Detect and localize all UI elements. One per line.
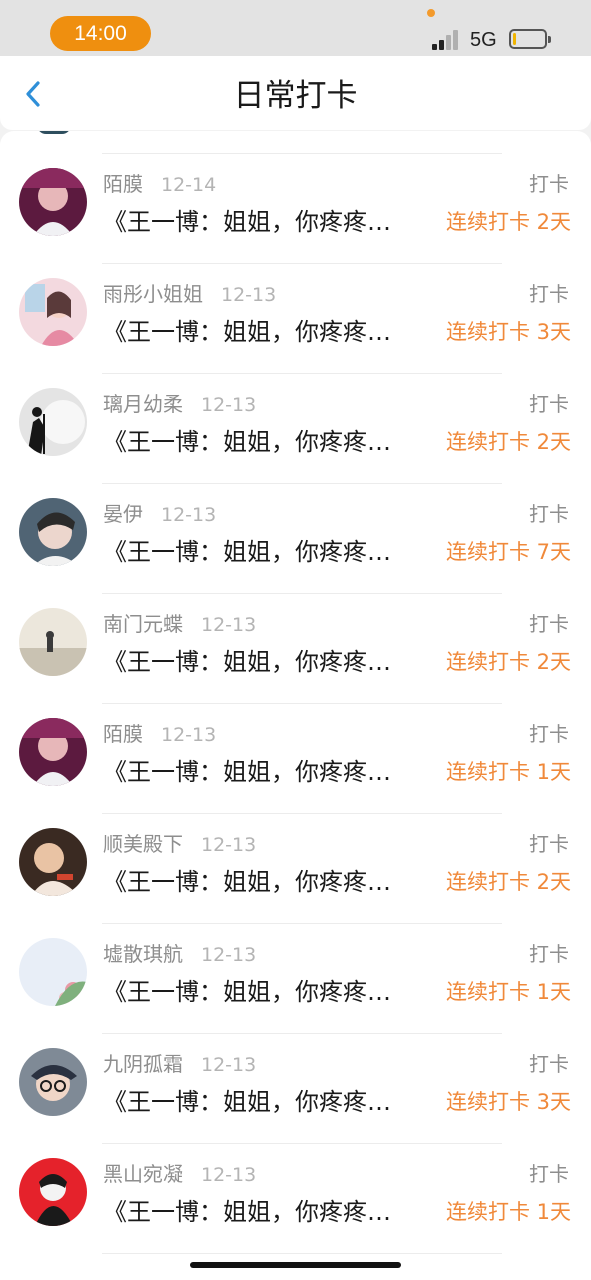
checkin-meta: 顺美殿下 12-13: [103, 831, 256, 857]
checkin-meta: 陌膜 12-14: [103, 171, 216, 197]
checkin-date: 12-13: [161, 504, 217, 526]
username[interactable]: 九阴孤霜: [103, 1052, 183, 1076]
previous-avatar-edge: [37, 131, 71, 134]
network-type: 5G: [470, 29, 497, 51]
checkin-row[interactable]: 陌膜 12-13 打卡《王一博：姐姐，你疼疼… 连续打卡 1天: [0, 704, 591, 814]
checkin-message[interactable]: 《王一博：姐姐，你疼疼…: [103, 1195, 435, 1229]
checkin-message[interactable]: 《王一博：姐姐，你疼疼…: [103, 425, 435, 459]
checkin-meta: 雨彤小姐姐 12-13: [103, 281, 276, 307]
status-bar: 14:00 5G: [0, 0, 591, 56]
checkin-type-label: 打卡: [529, 942, 569, 966]
checkin-date: 12-14: [161, 174, 217, 196]
username[interactable]: 晏伊: [103, 502, 143, 526]
checkin-date: 12-13: [201, 394, 257, 416]
checkin-message[interactable]: 《王一博：姐姐，你疼疼…: [103, 205, 435, 239]
checkin-date: 12-13: [161, 724, 217, 746]
username[interactable]: 南门元蝶: [103, 612, 183, 636]
checkin-type-label: 打卡: [529, 172, 569, 196]
page-title: 日常打卡: [233, 78, 358, 114]
checkin-message[interactable]: 《王一博：姐姐，你疼疼…: [103, 865, 435, 899]
checkin-type-label: 打卡: [529, 722, 569, 746]
avatar[interactable]: [19, 718, 87, 786]
checkin-date: 12-13: [201, 944, 257, 966]
avatar[interactable]: [19, 498, 87, 566]
checkin-meta: 晏伊 12-13: [103, 501, 216, 527]
checkin-date: 12-13: [201, 1054, 257, 1076]
checkin-date: 12-13: [201, 834, 257, 856]
checkin-meta: 陌膜 12-13: [103, 721, 216, 747]
streak-label: 连续打卡 3天: [445, 317, 571, 347]
navigation-bar: 日常打卡: [0, 56, 591, 130]
checkin-type-label: 打卡: [529, 1052, 569, 1076]
avatar[interactable]: [19, 608, 87, 676]
avatar[interactable]: [19, 388, 87, 456]
streak-label: 连续打卡 7天: [445, 537, 571, 567]
checkin-message[interactable]: 《王一博：姐姐，你疼疼…: [103, 1085, 435, 1119]
avatar[interactable]: [19, 278, 87, 346]
avatar[interactable]: [19, 168, 87, 236]
checkin-message[interactable]: 《王一博：姐姐，你疼疼…: [103, 535, 435, 569]
username[interactable]: 雨彤小姐姐: [103, 282, 203, 306]
back-button[interactable]: [16, 74, 56, 114]
avatar[interactable]: [19, 1048, 87, 1116]
username[interactable]: 陌膜: [103, 722, 143, 746]
checkin-date: 12-13: [201, 614, 257, 636]
checkin-type-label: 打卡: [529, 612, 569, 636]
checkin-meta: 九阴孤霜 12-13: [103, 1051, 256, 1077]
streak-label: 连续打卡 2天: [445, 647, 571, 677]
checkin-type-label: 打卡: [529, 282, 569, 306]
checkin-message[interactable]: 《王一博：姐姐，你疼疼…: [103, 755, 435, 789]
checkin-row[interactable]: 雨彤小姐姐 12-13 打卡《王一博：姐姐，你疼疼… 连续打卡 3天: [0, 264, 591, 374]
checkin-message[interactable]: 《王一博：姐姐，你疼疼…: [103, 315, 435, 349]
checkin-row[interactable]: 璃月幼柔 12-13 打卡《王一博：姐姐，你疼疼… 连续打卡 2天: [0, 374, 591, 484]
status-time[interactable]: 14:00: [50, 16, 151, 51]
avatar[interactable]: [19, 1158, 87, 1226]
checkin-type-label: 打卡: [529, 392, 569, 416]
checkin-meta: 璃月幼柔 12-13: [103, 391, 256, 417]
battery-level: [513, 33, 516, 45]
checkin-date: 12-13: [201, 1164, 257, 1186]
chevron-left-icon: [26, 81, 40, 107]
avatar[interactable]: [19, 938, 87, 1006]
checkin-row[interactable]: 黑山宛凝 12-13 打卡《王一博：姐姐，你疼疼… 连续打卡 1天: [0, 1144, 591, 1254]
streak-label: 连续打卡 1天: [445, 1197, 571, 1227]
divider: [102, 1253, 502, 1254]
checkin-type-label: 打卡: [529, 832, 569, 856]
checkin-row[interactable]: 墟散琪航 12-13 打卡《王一博：姐姐，你疼疼… 连续打卡 1天: [0, 924, 591, 1034]
username[interactable]: 黑山宛凝: [103, 1162, 183, 1186]
checkin-meta: 墟散琪航 12-13: [103, 941, 256, 967]
checkin-meta: 南门元蝶 12-13: [103, 611, 256, 637]
username[interactable]: 陌膜: [103, 172, 143, 196]
checkin-message[interactable]: 《王一博：姐姐，你疼疼…: [103, 975, 435, 1009]
battery-icon: [509, 29, 551, 49]
avatar[interactable]: [19, 828, 87, 896]
checkin-type-label: 打卡: [529, 1162, 569, 1186]
checkin-row[interactable]: 晏伊 12-13 打卡《王一博：姐姐，你疼疼… 连续打卡 7天: [0, 484, 591, 594]
checkin-message[interactable]: 《王一博：姐姐，你疼疼…: [103, 645, 435, 679]
checkin-row[interactable]: 南门元蝶 12-13 打卡《王一博：姐姐，你疼疼… 连续打卡 2天: [0, 594, 591, 704]
checkin-date: 12-13: [221, 284, 277, 306]
checkin-list[interactable]: 陌膜 12-14 打卡 《王一博：姐姐，你疼疼… 连续打卡 2天 雨彤小姐姐 12-13 打卡…: [0, 131, 591, 1280]
checkin-row[interactable]: 陌膜 12-14 打卡《王一博：姐姐，你疼疼… 连续打卡 2天: [0, 154, 591, 264]
username[interactable]: 墟散琪航: [103, 942, 183, 966]
checkin-row[interactable]: 顺美殿下 12-13 打卡《王一博：姐姐，你疼疼… 连续打卡 2天: [0, 814, 591, 924]
streak-label: 连续打卡 3天: [445, 1087, 571, 1117]
username[interactable]: 顺美殿下: [103, 832, 183, 856]
streak-label: 连续打卡 2天: [445, 867, 571, 897]
privacy-indicator-dot: [427, 9, 435, 17]
signal-strength-icon: [432, 28, 464, 50]
checkin-type-label: 打卡: [529, 502, 569, 526]
streak-label: 连续打卡 1天: [445, 757, 571, 787]
home-indicator[interactable]: [190, 1262, 401, 1268]
checkin-row[interactable]: 九阴孤霜 12-13 打卡《王一博：姐姐，你疼疼… 连续打卡 3天: [0, 1034, 591, 1144]
username[interactable]: 璃月幼柔: [103, 392, 183, 416]
streak-label: 连续打卡 2天: [445, 207, 571, 237]
streak-label: 连续打卡 2天: [445, 427, 571, 457]
checkin-meta: 黑山宛凝 12-13: [103, 1161, 256, 1187]
streak-label: 连续打卡 1天: [445, 977, 571, 1007]
